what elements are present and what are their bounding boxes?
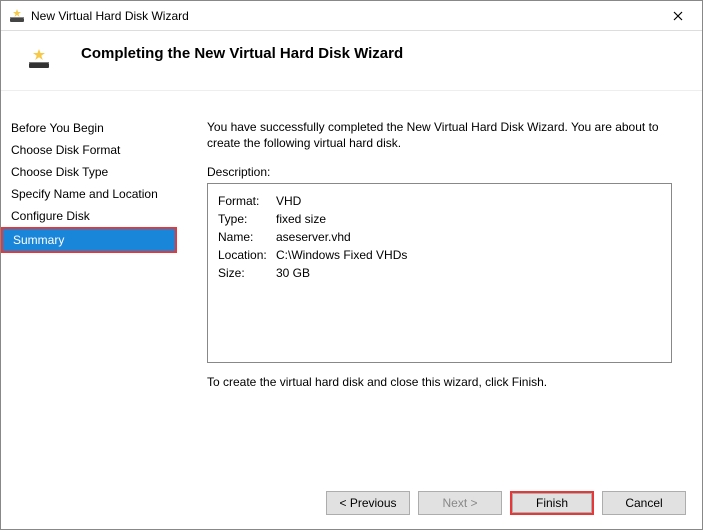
summary-row: Size: 30 GB <box>218 264 661 282</box>
summary-key: Size: <box>218 264 276 282</box>
close-button[interactable] <box>656 2 700 30</box>
summary-row: Format: VHD <box>218 192 661 210</box>
instruction-text: To create the virtual hard disk and clos… <box>207 375 672 389</box>
next-button: Next > <box>418 491 502 515</box>
intro-text: You have successfully completed the New … <box>207 119 672 151</box>
titlebar: New Virtual Hard Disk Wizard <box>1 1 702 31</box>
summary-value: C:\Windows Fixed VHDs <box>276 246 407 264</box>
summary-row: Name: aseserver.vhd <box>218 228 661 246</box>
summary-key: Format: <box>218 192 276 210</box>
summary-key: Type: <box>218 210 276 228</box>
wizard-button-row: < Previous Next > Finish Cancel <box>326 491 686 515</box>
previous-button[interactable]: < Previous <box>326 491 410 515</box>
cancel-button[interactable]: Cancel <box>602 491 686 515</box>
summary-row: Type: fixed size <box>218 210 661 228</box>
step-summary[interactable]: Summary <box>3 229 175 251</box>
window-title: New Virtual Hard Disk Wizard <box>31 9 656 23</box>
step-choose-disk-type[interactable]: Choose Disk Type <box>1 161 177 183</box>
summary-value: VHD <box>276 192 301 210</box>
summary-key: Location: <box>218 246 276 264</box>
summary-value: fixed size <box>276 210 326 228</box>
page-title: Completing the New Virtual Hard Disk Wiz… <box>81 45 403 62</box>
wizard-icon <box>9 8 25 24</box>
finish-button[interactable]: Finish <box>512 493 592 513</box>
wizard-header-icon <box>27 47 51 74</box>
wizard-steps-sidebar: Before You Begin Choose Disk Format Choo… <box>1 91 177 449</box>
wizard-content: You have successfully completed the New … <box>177 91 702 449</box>
summary-key: Name: <box>218 228 276 246</box>
description-label: Description: <box>207 165 672 179</box>
summary-value: 30 GB <box>276 264 310 282</box>
step-configure-disk[interactable]: Configure Disk <box>1 205 177 227</box>
step-specify-name-location[interactable]: Specify Name and Location <box>1 183 177 205</box>
wizard-header: Completing the New Virtual Hard Disk Wiz… <box>1 31 702 91</box>
description-box: Format: VHD Type: fixed size Name: asese… <box>207 183 672 363</box>
summary-row: Location: C:\Windows Fixed VHDs <box>218 246 661 264</box>
step-before-you-begin[interactable]: Before You Begin <box>1 117 177 139</box>
step-choose-disk-format[interactable]: Choose Disk Format <box>1 139 177 161</box>
summary-value: aseserver.vhd <box>276 228 351 246</box>
